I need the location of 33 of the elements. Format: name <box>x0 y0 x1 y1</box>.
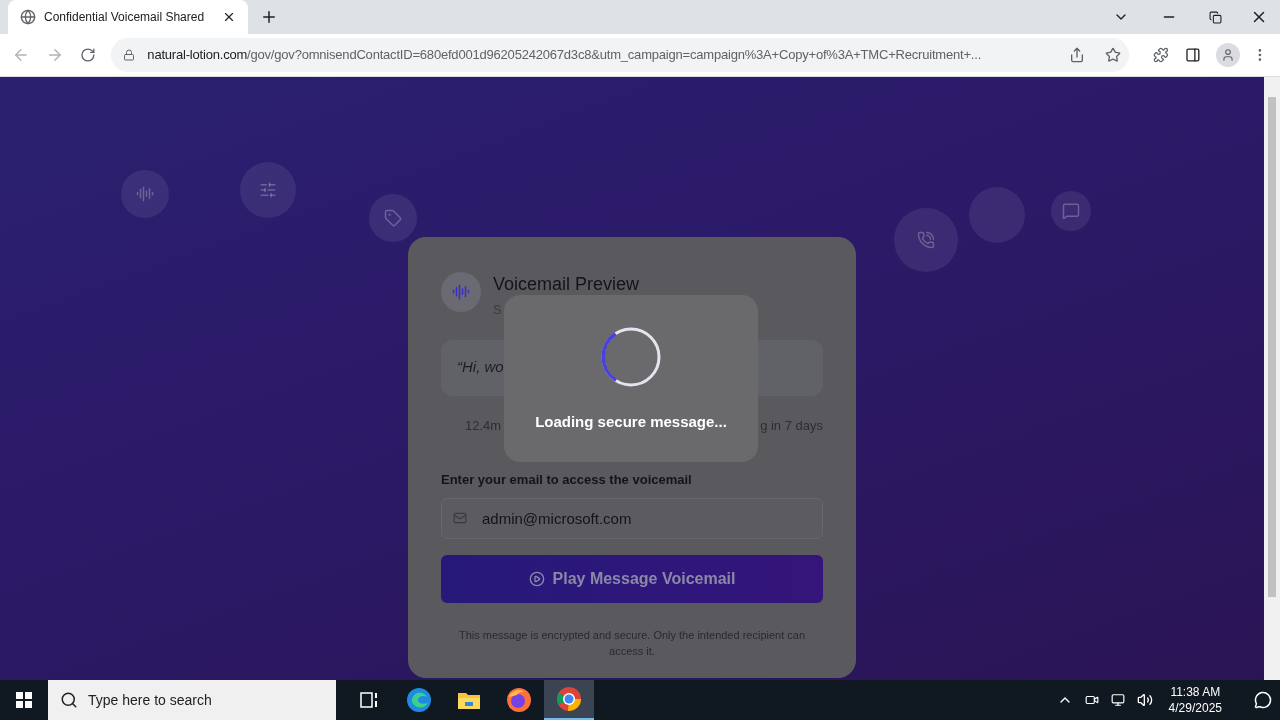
globe-icon <box>20 9 36 25</box>
loading-text: Loading secure message... <box>535 412 727 432</box>
play-icon <box>528 570 545 587</box>
taskbar-search-field[interactable]: Type here to search <box>48 680 336 720</box>
clock[interactable]: 11:38 AM 4/29/2025 <box>1164 684 1226 716</box>
extensions-icon[interactable] <box>1152 47 1169 63</box>
browser-icon[interactable] <box>544 680 594 720</box>
quote-text: “Hi, wo <box>457 357 504 378</box>
side-panel-icon[interactable] <box>1184 47 1201 63</box>
scrollbar[interactable] <box>1264 77 1280 680</box>
bookmark-star-icon[interactable] <box>1104 47 1121 63</box>
spinner-icon <box>599 325 663 389</box>
search-icon <box>60 691 78 709</box>
waveform-icon <box>441 272 481 312</box>
share-icon[interactable] <box>1068 47 1085 63</box>
browser-tab[interactable]: Confidential Voicemail Shared <box>8 0 248 34</box>
lock-icon <box>123 49 136 61</box>
tab-title: Confidential Voicemail Shared <box>44 9 206 26</box>
notifications-icon[interactable] <box>1254 691 1272 709</box>
network-icon[interactable] <box>1110 693 1125 707</box>
reload-icon[interactable] <box>79 47 96 63</box>
url-text: natural-lotion.com/gov/gov?omnisendContactID=680efd001d96205242067d3c8&utm_campaign=campaign%3A+Copy+of%3A+TMC+Recruitment+... <box>147 46 983 65</box>
camera-icon[interactable] <box>1084 693 1099 707</box>
restore-icon[interactable] <box>1209 10 1222 24</box>
mail-icon <box>453 510 467 525</box>
address-bar[interactable]: natural-lotion.com/gov/gov?omnisendContactID=680efd001d96205242067d3c8&utm_campaign=campaign%3A+Copy+of%3A+TMC+Recruitment+... <box>111 38 1129 72</box>
card-title: Voicemail Preview <box>493 273 640 296</box>
close-tab-icon[interactable] <box>222 10 236 24</box>
play-button[interactable]: Play Message Voicemail <box>441 554 823 603</box>
volume-icon[interactable] <box>1136 692 1153 708</box>
email-label: Enter your email to access the voicemail <box>441 471 693 489</box>
profile-icon[interactable] <box>1216 43 1241 67</box>
new-tab-icon[interactable] <box>260 8 278 26</box>
